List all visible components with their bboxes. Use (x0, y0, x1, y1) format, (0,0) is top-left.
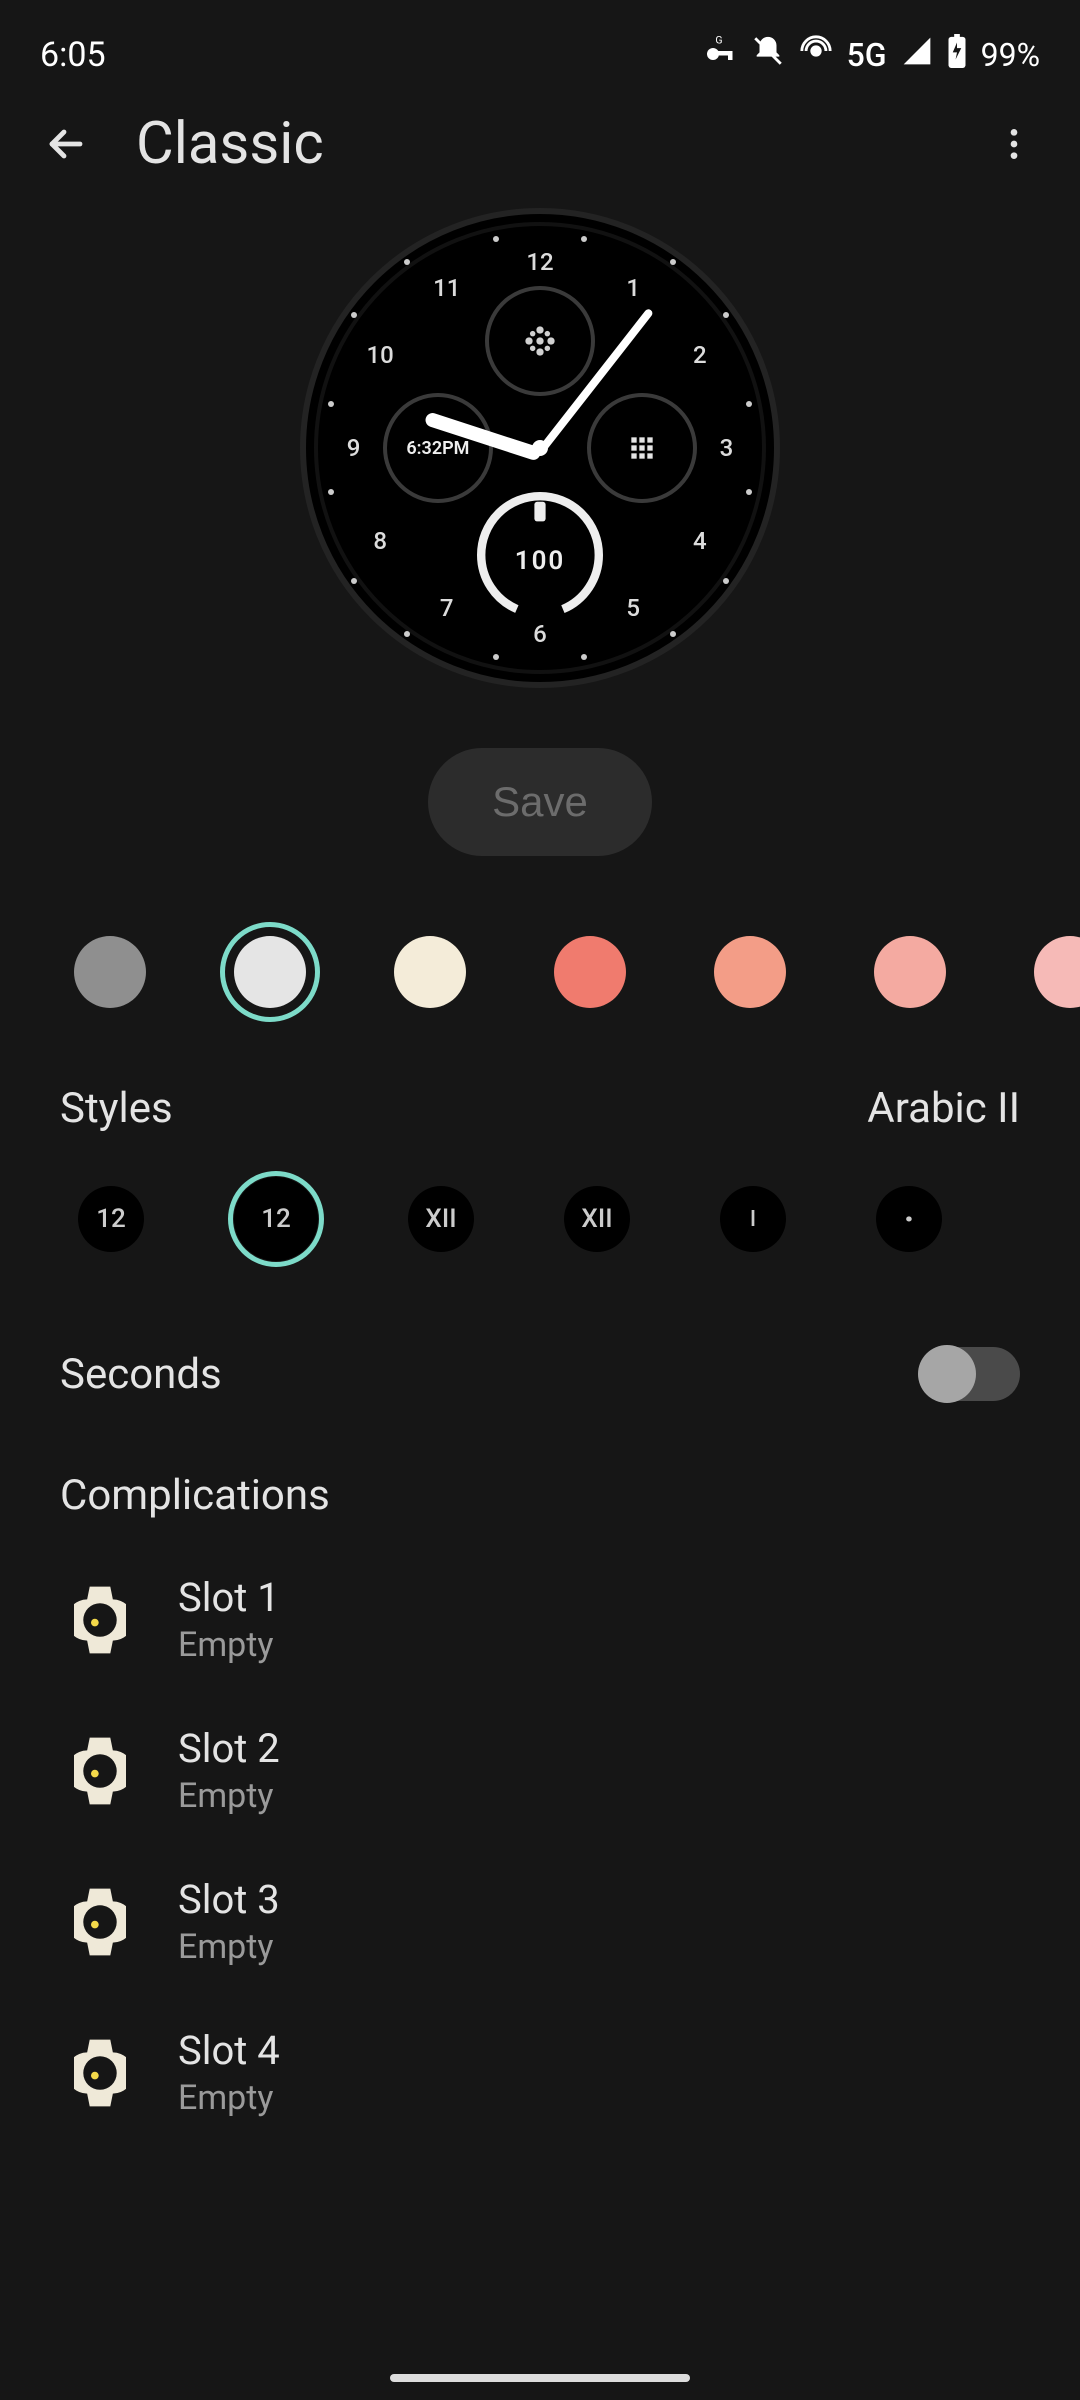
style-option-0[interactable]: 12 (78, 1186, 144, 1252)
complication-slot-3[interactable]: Slot 3Empty (0, 1846, 1080, 1997)
complication-slot-title: Slot 3 (178, 1876, 280, 1923)
style-option-3[interactable]: XII (564, 1186, 630, 1252)
toggle-knob (918, 1345, 976, 1403)
vpn-key-icon: G (701, 33, 737, 78)
color-swatch-row (0, 896, 1080, 1048)
style-option-1[interactable]: 12 (234, 1177, 318, 1261)
overflow-menu-button[interactable] (984, 114, 1044, 174)
color-swatch-3[interactable] (554, 936, 626, 1008)
styles-selected-name: Arabic II (867, 1084, 1020, 1133)
status-bar: 6:05 G 5G 99% (0, 0, 1080, 90)
color-swatch-1[interactable] (234, 936, 306, 1008)
complication-slot-1[interactable]: Slot 1Empty (0, 1544, 1080, 1695)
preview-time-text: 6:32PM (406, 438, 469, 459)
complication-top (485, 286, 595, 396)
styles-section-header: Styles Arabic II (0, 1048, 1080, 1157)
style-option-4[interactable]: I (720, 1186, 786, 1252)
complications-list: Slot 1EmptySlot 2EmptySlot 3EmptySlot 4E… (0, 1544, 1080, 2148)
seconds-label: Seconds (60, 1350, 222, 1399)
seconds-toggle[interactable] (920, 1347, 1020, 1401)
center-pin (532, 440, 548, 456)
style-option-label: XII (581, 1204, 612, 1234)
complication-slot-title: Slot 1 (178, 1574, 280, 1621)
style-option-5[interactable]: · (876, 1186, 942, 1252)
color-swatch-2[interactable] (394, 936, 466, 1008)
watch-slot-icon (70, 1580, 130, 1660)
style-options-row: 12 12 XII XII I · (0, 1157, 1080, 1301)
style-option-label: 12 (261, 1204, 291, 1234)
battery-percent-label: 99% (981, 36, 1040, 74)
battery-charging-icon (947, 34, 967, 77)
page-title: Classic (136, 110, 944, 178)
color-swatch-4[interactable] (714, 936, 786, 1008)
complications-header: Complications (0, 1447, 1080, 1544)
complication-slot-value: Empty (178, 1625, 280, 1665)
back-button[interactable] (36, 114, 96, 174)
color-swatch-0[interactable] (74, 936, 146, 1008)
color-swatch-5[interactable] (874, 936, 946, 1008)
complication-slot-title: Slot 2 (178, 1725, 280, 1772)
cell-signal-icon (901, 35, 933, 76)
style-option-2[interactable]: XII (408, 1186, 474, 1252)
complication-bottom-battery: 100 (470, 485, 610, 625)
style-option-label: I (750, 1207, 756, 1232)
styles-label: Styles (60, 1084, 173, 1133)
style-option-label: · (903, 1196, 914, 1243)
hotspot-icon (799, 34, 833, 77)
watch-slot-icon (70, 1731, 130, 1811)
preview-battery-value: 100 (515, 546, 566, 576)
complication-slot-value: Empty (178, 1927, 280, 1967)
network-type-label: 5G (847, 36, 887, 74)
complication-slot-4[interactable]: Slot 4Empty (0, 1997, 1080, 2148)
complication-slot-value: Empty (178, 1776, 280, 1816)
complication-slot-value: Empty (178, 2078, 280, 2118)
app-bar: Classic (0, 90, 1080, 198)
gesture-nav-bar (390, 2374, 690, 2382)
notifications-off-icon (751, 34, 785, 77)
watch-face: 12 1 2 3 4 5 6 7 8 9 10 11 (300, 208, 780, 688)
watch-slot-icon (70, 1882, 130, 1962)
status-time: 6:05 (40, 35, 106, 75)
watch-dial: 12 1 2 3 4 5 6 7 8 9 10 11 (314, 222, 766, 674)
style-option-label: 12 (96, 1204, 126, 1234)
watch-face-preview: 12 1 2 3 4 5 6 7 8 9 10 11 (0, 198, 1080, 688)
seconds-row[interactable]: Seconds (0, 1301, 1080, 1447)
watch-slot-icon (70, 2033, 130, 2113)
status-icons: G 5G 99% (701, 33, 1040, 78)
complication-slot-2[interactable]: Slot 2Empty (0, 1695, 1080, 1846)
complication-slot-title: Slot 4 (178, 2027, 280, 2074)
save-button[interactable]: Save (428, 748, 652, 856)
svg-text:G: G (715, 33, 722, 46)
color-swatch-6[interactable] (1034, 936, 1080, 1008)
style-option-label: XII (425, 1204, 456, 1234)
